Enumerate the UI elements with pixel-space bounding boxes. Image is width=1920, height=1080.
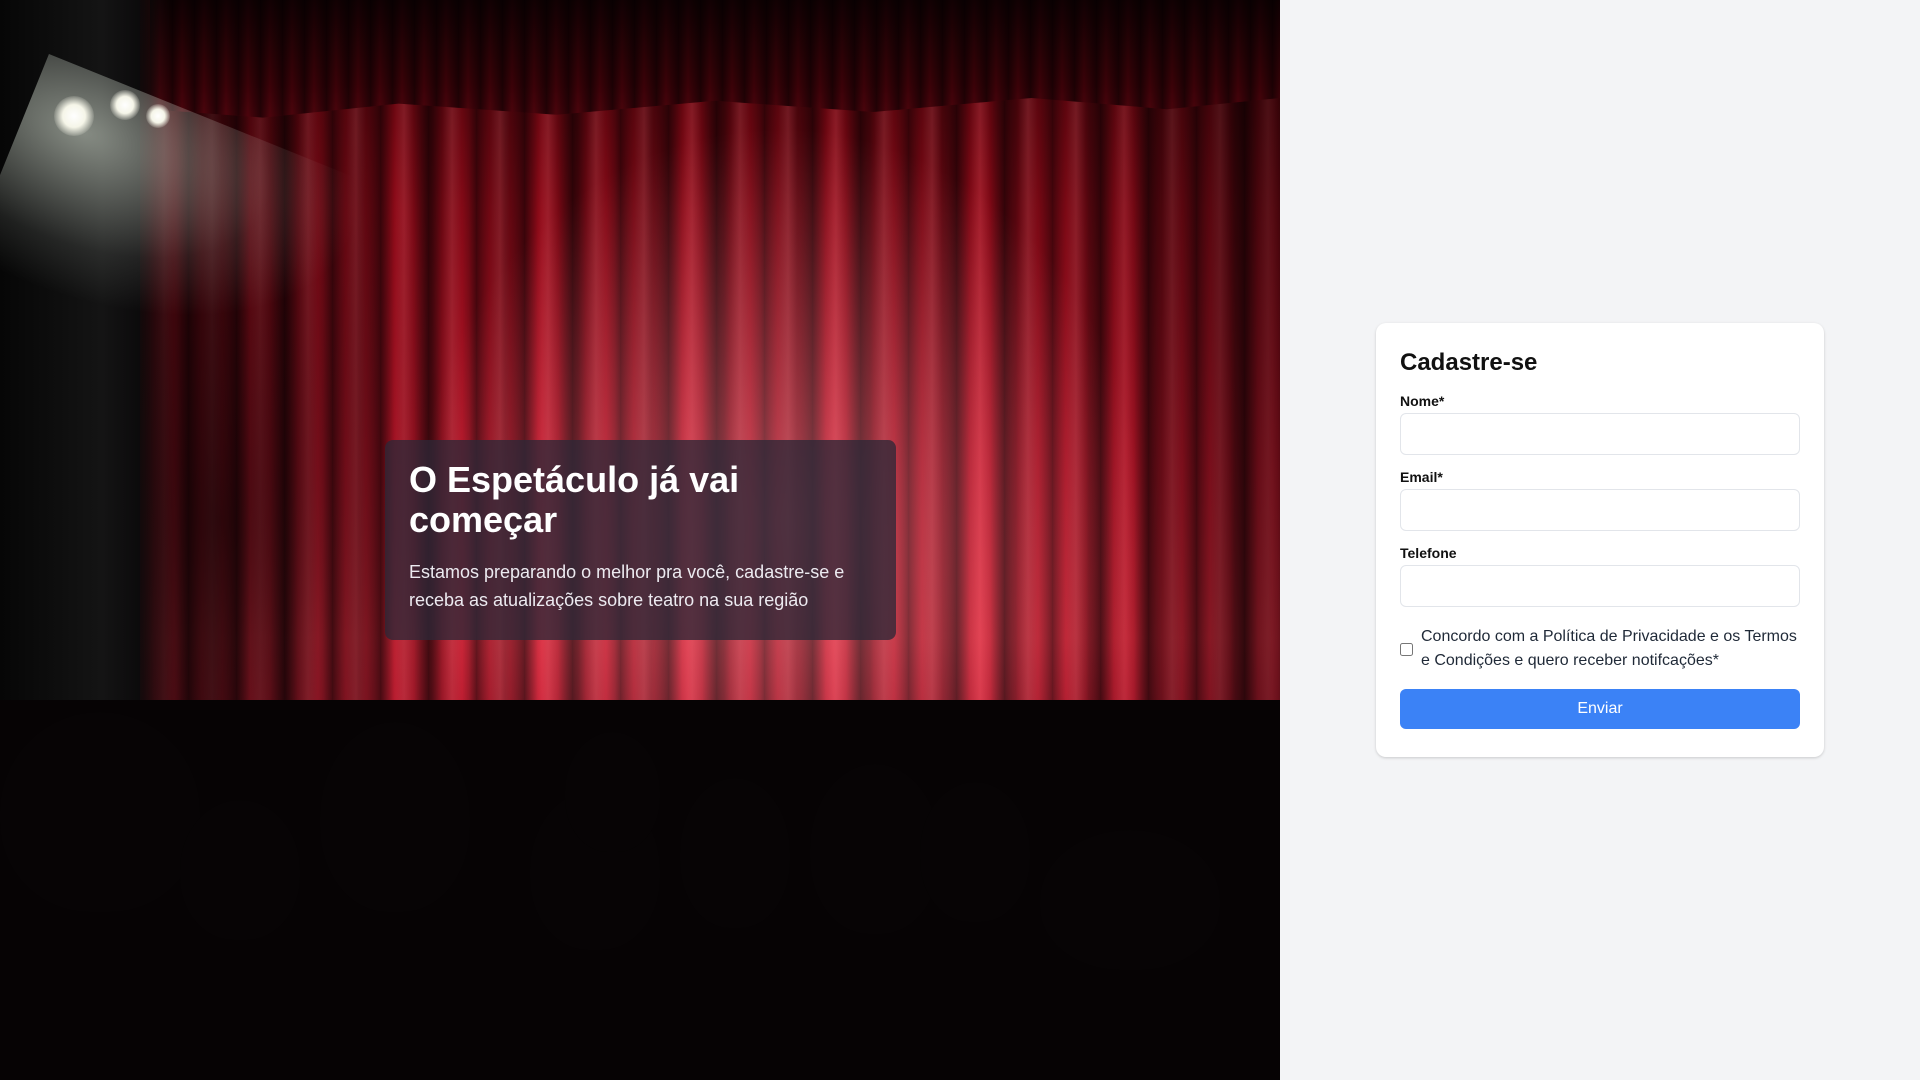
consent-row: Concordo com a Política de Privacidade e…: [1400, 625, 1800, 673]
spotlight: [110, 90, 140, 120]
hero-title: O Espetáculo já vai começar: [409, 459, 740, 540]
form-title: Cadastre-se: [1400, 349, 1538, 376]
spotlight: [54, 96, 94, 136]
signup-form: Cadastre-se Nome* Email* Telefone Concor…: [1376, 323, 1824, 757]
name-field-group: Nome*: [1400, 393, 1800, 455]
page: O Espetáculo já vai começar Estamos prep…: [0, 0, 1920, 1080]
name-label: Nome*: [1400, 393, 1445, 409]
email-label: Email*: [1400, 469, 1443, 485]
hero-section: O Espetáculo já vai começar Estamos prep…: [0, 0, 1280, 1080]
hero-message-card: O Espetáculo já vai começar Estamos prep…: [385, 440, 896, 640]
name-input[interactable]: [1400, 413, 1800, 455]
submit-button[interactable]: Enviar: [1400, 689, 1800, 729]
email-field-group: Email*: [1400, 469, 1800, 531]
signup-panel: Cadastre-se Nome* Email* Telefone Concor…: [1280, 0, 1920, 1080]
spotlight: [146, 104, 170, 128]
hero-subtitle: Estamos preparando o melhor pra você, ca…: [409, 562, 845, 610]
phone-input[interactable]: [1400, 565, 1800, 607]
phone-field-group: Telefone: [1400, 545, 1800, 607]
consent-checkbox[interactable]: [1400, 642, 1413, 656]
phone-label: Telefone: [1400, 545, 1457, 561]
email-input[interactable]: [1400, 489, 1800, 531]
consent-label: Concordo com a Política de Privacidade e…: [1421, 628, 1797, 669]
